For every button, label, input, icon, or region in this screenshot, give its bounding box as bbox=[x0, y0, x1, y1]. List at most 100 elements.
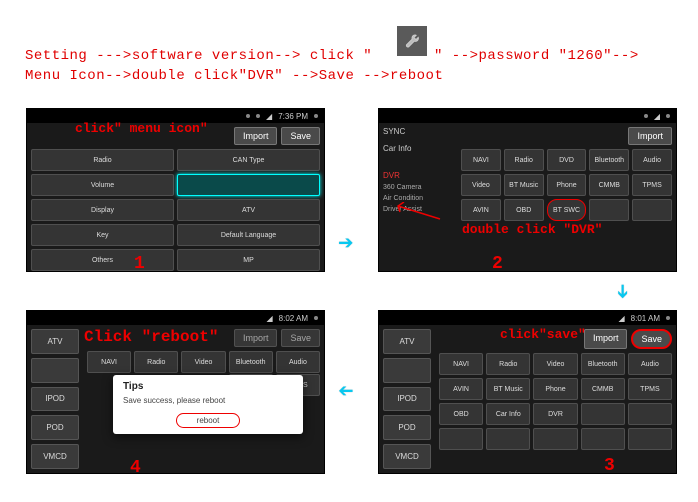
grid-item[interactable]: Radio bbox=[504, 149, 544, 171]
screenshot-2: ◢ SYNC Car Info DVR 360 Camera Air Condi… bbox=[378, 108, 677, 272]
annotation-2: double click "DVR" bbox=[462, 222, 602, 237]
instruction-line-1b: " -->password "1260"--> bbox=[434, 48, 639, 64]
import-button[interactable]: Import bbox=[628, 127, 672, 145]
grid-item[interactable]: OBD bbox=[504, 199, 544, 221]
step-number-4: 4 bbox=[130, 458, 141, 478]
clock: 8:02 AM bbox=[279, 314, 308, 323]
grid-item[interactable]: CMMB bbox=[589, 174, 629, 196]
sidebar-item[interactable]: ATV bbox=[383, 329, 431, 354]
grid-item[interactable]: DVR bbox=[533, 403, 577, 425]
menu-item[interactable]: Key bbox=[31, 224, 174, 246]
sidebar-item[interactable]: IPOD bbox=[383, 387, 431, 412]
annotation-4: Click "reboot" bbox=[84, 328, 218, 346]
save-button[interactable]: Save bbox=[281, 127, 320, 145]
grid-item[interactable]: Video bbox=[533, 353, 577, 375]
import-button[interactable]: Import bbox=[234, 127, 278, 145]
tab-item[interactable]: Audio bbox=[276, 351, 320, 373]
sidebar-item[interactable] bbox=[31, 358, 79, 383]
instruction-line-1a: Setting --->software version--> click " bbox=[25, 48, 372, 64]
grid-item[interactable]: Bluetooth bbox=[589, 149, 629, 171]
status-bar: ◢8:01 AM bbox=[379, 311, 676, 325]
instruction-line-2: Menu Icon-->double click"DVR" -->Save --… bbox=[25, 68, 443, 84]
tab-item[interactable]: Bluetooth bbox=[229, 351, 273, 373]
reboot-button[interactable]: reboot bbox=[176, 413, 241, 428]
dialog-title: Tips bbox=[123, 381, 293, 392]
status-bar: ◢8:02 AM bbox=[27, 311, 324, 325]
grid-item[interactable]: TPMS bbox=[632, 174, 672, 196]
grid-item[interactable]: Radio bbox=[486, 353, 530, 375]
sidebar-item[interactable] bbox=[383, 358, 431, 383]
sidebar-item[interactable]: IPOD bbox=[31, 387, 79, 412]
arrow-down-icon: ➔ bbox=[606, 284, 637, 300]
arrow-left-icon: ➔ bbox=[338, 376, 354, 407]
grid-item[interactable] bbox=[533, 428, 577, 450]
save-button[interactable]: Save bbox=[281, 329, 320, 347]
grid-item[interactable]: BT Music bbox=[504, 174, 544, 196]
grid-item[interactable] bbox=[632, 199, 672, 221]
menu-item[interactable]: ATV bbox=[177, 199, 320, 221]
status-bar: ◢ bbox=[379, 109, 676, 123]
tab-item[interactable]: NAVI bbox=[87, 351, 131, 373]
grid-item[interactable]: Audio bbox=[632, 149, 672, 171]
grid-item[interactable]: TPMS bbox=[628, 378, 672, 400]
sidebar: ATV IPOD POD VMCD bbox=[27, 325, 83, 473]
sidebar-item[interactable]: VMCD bbox=[31, 444, 79, 469]
sidebar-label: SYNC bbox=[383, 127, 453, 136]
grid-item[interactable]: AVIN bbox=[439, 378, 483, 400]
menu-item[interactable]: Default Language bbox=[177, 224, 320, 246]
grid-item[interactable]: DVD bbox=[547, 149, 587, 171]
wifi-icon: ◢ bbox=[266, 112, 272, 121]
sidebar-item-dvr[interactable]: DVR bbox=[383, 171, 453, 180]
grid-item[interactable]: Car Info bbox=[486, 403, 530, 425]
grid-item[interactable] bbox=[581, 403, 625, 425]
arrow-right-icon: ➔ bbox=[338, 228, 354, 259]
grid-item[interactable]: Video bbox=[461, 174, 501, 196]
annotation-1: click" menu icon" bbox=[75, 121, 208, 136]
step-number-1: 1 bbox=[134, 254, 145, 274]
step-number-2: 2 bbox=[492, 254, 503, 274]
grid-item[interactable]: NAVI bbox=[439, 353, 483, 375]
grid-item[interactable]: NAVI bbox=[461, 149, 501, 171]
dialog-message: Save success, please reboot bbox=[123, 396, 293, 405]
grid-item[interactable]: CMMB bbox=[581, 378, 625, 400]
screenshot-1: ◢ 7:36 PM click" menu icon" Import Save … bbox=[26, 108, 325, 272]
grid-item[interactable] bbox=[439, 428, 483, 450]
red-arrow-dvr bbox=[394, 202, 442, 222]
sidebar-item[interactable]: VMCD bbox=[383, 444, 431, 469]
grid-item[interactable]: Phone bbox=[547, 174, 587, 196]
menu-item[interactable]: CAN Type bbox=[177, 149, 320, 171]
sidebar: SYNC Car Info DVR 360 Camera Air Conditi… bbox=[379, 123, 457, 271]
sidebar-item[interactable]: POD bbox=[383, 415, 431, 440]
grid-item[interactable] bbox=[581, 428, 625, 450]
grid-item[interactable]: Bluetooth bbox=[581, 353, 625, 375]
menu-item-highlight[interactable] bbox=[177, 174, 320, 196]
sidebar-item[interactable]: POD bbox=[31, 415, 79, 440]
grid-item-btswc[interactable]: BT SWC bbox=[547, 199, 587, 221]
menu-item[interactable]: MP bbox=[177, 249, 320, 271]
menu-item[interactable]: Volume bbox=[31, 174, 174, 196]
grid-item[interactable]: OBD bbox=[439, 403, 483, 425]
grid-item[interactable]: Audio bbox=[628, 353, 672, 375]
menu-item[interactable]: Others bbox=[31, 249, 174, 271]
grid-item[interactable]: Phone bbox=[533, 378, 577, 400]
import-button[interactable]: Import bbox=[234, 329, 278, 347]
step-number-3: 3 bbox=[604, 456, 615, 476]
grid-item[interactable] bbox=[589, 199, 629, 221]
grid-item[interactable]: BT Music bbox=[486, 378, 530, 400]
tab-item[interactable]: Video bbox=[181, 351, 225, 373]
menu-item[interactable]: Radio bbox=[31, 149, 174, 171]
save-button[interactable]: Save bbox=[631, 329, 672, 349]
annotation-3: click"save" bbox=[500, 327, 586, 342]
clock: 7:36 PM bbox=[278, 112, 308, 121]
grid-item[interactable]: AVIN bbox=[461, 199, 501, 221]
sidebar-item[interactable]: 360 Camera bbox=[383, 184, 453, 191]
import-button[interactable]: Import bbox=[584, 329, 628, 349]
grid-item[interactable] bbox=[628, 428, 672, 450]
sidebar-item[interactable]: ATV bbox=[31, 329, 79, 354]
tab-item[interactable]: Radio bbox=[134, 351, 178, 373]
sidebar-item[interactable]: Air Condition bbox=[383, 195, 453, 202]
menu-item[interactable]: Display bbox=[31, 199, 174, 221]
grid-item[interactable] bbox=[486, 428, 530, 450]
grid-item[interactable] bbox=[628, 403, 672, 425]
reboot-dialog: Tips Save success, please reboot reboot bbox=[113, 375, 303, 434]
